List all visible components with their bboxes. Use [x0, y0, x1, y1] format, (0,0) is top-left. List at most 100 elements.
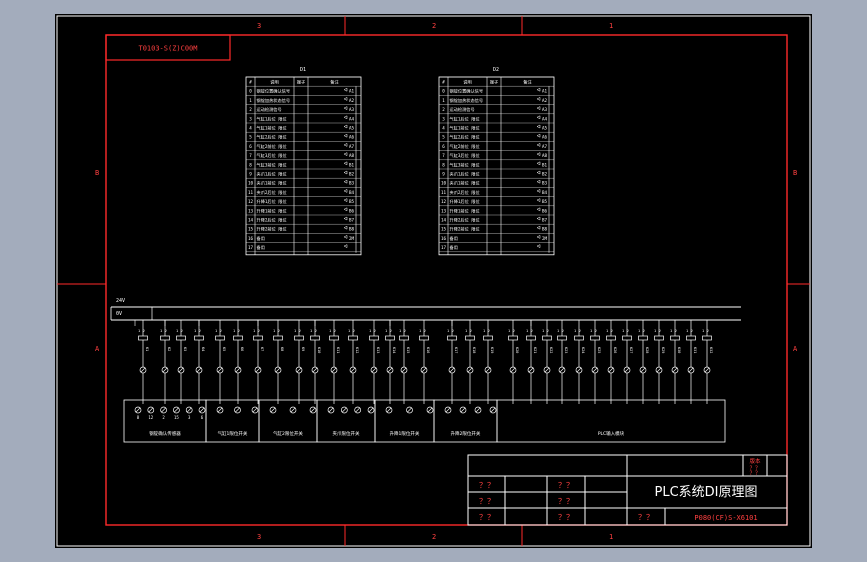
io-tables: D1 # 说明 端子 备注 0 钢锭位置确认信号 A1 1 钢锭加热状态信号 A2 2 运动检测信号 A3… [245, 67, 555, 256]
title-placeholder-3: ？？ [479, 513, 495, 522]
io-row-terminal: B7 [542, 218, 548, 223]
device-terminal-slash [252, 407, 258, 413]
io-row-terminal: 2M [349, 236, 355, 241]
io-table-row: 6 气缸2前位 限位 A7 [442, 143, 547, 150]
relay-contact-label: 1 2 [329, 328, 336, 333]
io-table-row: 11 夹爪2后位 限位 B4 [441, 189, 547, 196]
zone-bottom-1: 1 [609, 533, 613, 541]
io-row-signal-mark [343, 188, 348, 193]
zone-top-2: 2 [432, 22, 436, 30]
drawing-code: T0103-S(Z)C00M [138, 45, 197, 53]
relay-6: 1 2 K6 [233, 320, 244, 404]
relay-contact-label: 1 2 [138, 328, 145, 333]
relay-16: 1 2 K16 [419, 320, 430, 404]
device-terminal-slash [174, 407, 179, 413]
io-row-signal-mark [536, 124, 541, 129]
io-row-terminal: A1 [349, 89, 355, 94]
relay-15: 1 2 K15 [399, 320, 410, 404]
device-group-label: 钢锭确认传感器 [149, 430, 181, 437]
device-terminal-slash [270, 407, 276, 413]
relay-contact-label: 1 2 [622, 328, 629, 333]
io-table-row: 16 备用 2M [441, 235, 547, 242]
io-table-header: # [249, 80, 252, 85]
relay-tag: K12 [355, 347, 359, 353]
relay-tag: K2 [167, 347, 171, 351]
terminal-slash [296, 367, 302, 373]
io-row-description: 升降2后位 限位 [257, 217, 287, 224]
io-row-signal-mark [536, 133, 541, 138]
relay-coil [654, 335, 664, 341]
device-group-label: 升降1限位开关 [390, 430, 420, 437]
relay-contact-label: 1 2 [419, 328, 426, 333]
relay-coil [574, 335, 584, 341]
relay-coil [557, 335, 567, 341]
relay-coil [447, 335, 457, 341]
io-table-row: 9 夹爪1后位 限位 B2 [442, 171, 547, 178]
terminal-slash [312, 367, 318, 373]
io-row-description: 升降2前位 限位 [257, 226, 287, 233]
relay-coil [194, 335, 204, 341]
io-row-description: 夹爪2后位 限位 [257, 189, 287, 196]
io-row-description: 升降2前位 限位 [450, 226, 480, 233]
device-terminal-slash [135, 407, 141, 413]
version-value-2: ？？ [749, 470, 760, 477]
relay-tag: K8 [280, 347, 284, 351]
relay-tag: K7 [260, 347, 264, 351]
relay-tag: K26 [613, 347, 617, 353]
relay-contact-label: 1 2 [526, 328, 533, 333]
relay-19: 1 2 K19 [483, 320, 494, 404]
relay-30: 1 2 K30 [670, 320, 681, 404]
io-row-terminal: A2 [542, 98, 548, 103]
io-row-terminal: A5 [542, 126, 548, 131]
io-row-signal-mark [536, 207, 541, 212]
io-row-index: 12 [248, 199, 254, 204]
io-row-signal-mark [343, 198, 348, 203]
io-row-index: 4 [249, 126, 252, 131]
relay-coil [253, 335, 263, 341]
io-row-description: 气缸1前位 限位 [450, 125, 480, 132]
io-row-index: 9 [249, 172, 252, 177]
relay-17: 1 2 K17 [447, 320, 458, 404]
io-table-row: 12 升降1后位 限位 B5 [441, 198, 547, 205]
io-table-row: 13 升降1前位 限位 B6 [441, 207, 547, 214]
io-row-terminal: A6 [349, 135, 355, 140]
device-terminal-slash [199, 407, 205, 413]
io-row-index: 14 [248, 218, 254, 223]
device-terminal-slash [427, 407, 433, 413]
io-table-header: 端子 [297, 79, 305, 86]
bus-24v-label: 24V [116, 298, 125, 304]
device-terminal-slash [161, 407, 166, 413]
io-row-description: 升降1前位 限位 [257, 207, 287, 214]
device-terminal-slash [148, 407, 154, 413]
io-row-index: 6 [249, 144, 252, 149]
relay-contact-label: 1 2 [253, 328, 260, 333]
terminal-slash [217, 367, 223, 373]
relay-tag: K24 [581, 347, 585, 353]
io-row-signal-mark [536, 142, 541, 147]
terminal-number: 3 [188, 415, 191, 420]
io-table-header: 说明 [463, 79, 471, 86]
relay-tag: K10 [317, 347, 321, 353]
io-row-description: 备用 [450, 235, 458, 242]
io-row-signal-mark [343, 96, 348, 101]
io-row-index: 15 [248, 227, 254, 232]
terminal-slash [544, 367, 550, 373]
io-row-terminal: A3 [542, 107, 548, 112]
io-row-description: 升降1前位 限位 [450, 207, 480, 214]
relay-7: 1 2 K7 [253, 320, 264, 404]
terminal-slash [510, 367, 516, 373]
relay-coil [176, 335, 186, 341]
io-row-index: 1 [249, 98, 252, 103]
device-group-label: 气缸1限位开关 [218, 430, 248, 437]
relay-tag: K9 [301, 347, 305, 351]
device-group-1: 8 12 2 15 3 6 钢锭确认传感器 [123, 399, 207, 443]
io-row-terminal: A8 [542, 153, 548, 158]
device-terminal-slash [407, 407, 412, 413]
terminal-slash [371, 367, 377, 373]
relay-contact-label: 1 2 [465, 328, 472, 333]
io-row-description: 气缸2后位 限位 [257, 134, 287, 141]
io-row-signal-mark [536, 234, 541, 239]
io-row-index: 13 [248, 208, 254, 213]
io-row-description: 气缸3后位 限位 [450, 152, 480, 159]
relay-tag: K23 [564, 347, 568, 353]
